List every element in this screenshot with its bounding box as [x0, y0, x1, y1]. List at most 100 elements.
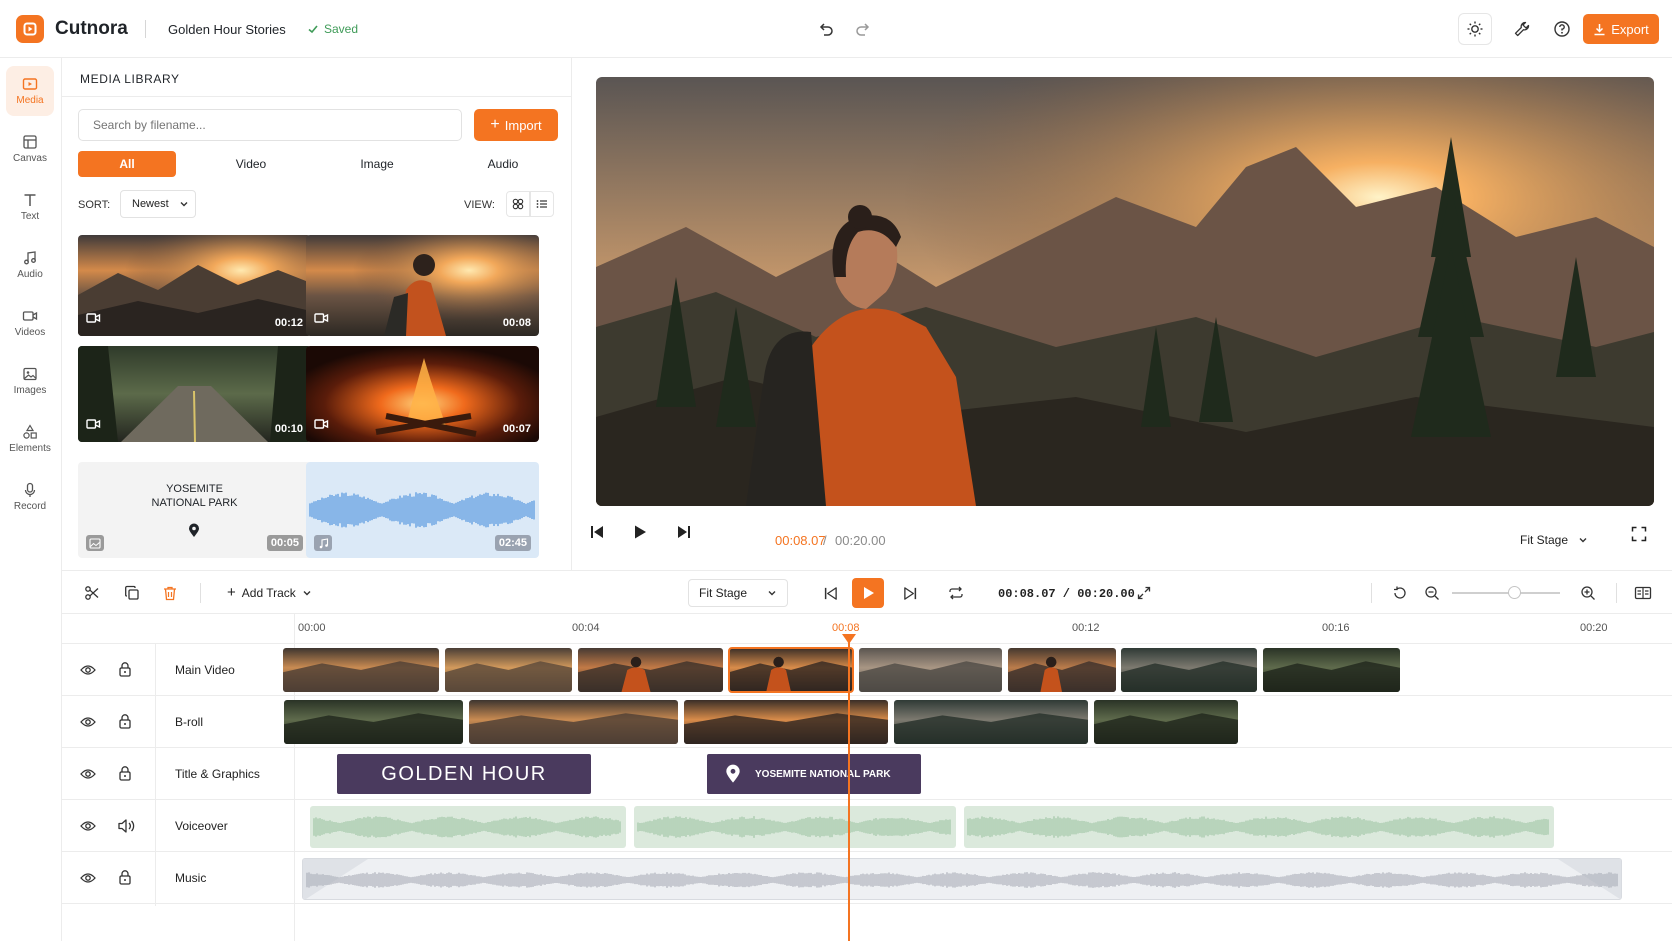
rail-label: Record [13, 501, 47, 512]
zoom-out-button[interactable] [1422, 583, 1442, 603]
music-clip[interactable] [302, 858, 1622, 900]
timeline-skip-forward-button[interactable] [900, 583, 920, 603]
grid-view-button[interactable] [506, 191, 530, 217]
theme-toggle-button[interactable] [1458, 13, 1492, 45]
chevron-down-icon [1579, 538, 1587, 543]
rail-label: Text [20, 211, 40, 222]
lock-icon[interactable] [118, 713, 132, 729]
eye-icon[interactable] [80, 871, 96, 885]
clip-thumbnail [1121, 648, 1257, 692]
rail-item-canvas[interactable]: Canvas [6, 124, 54, 174]
divider [62, 96, 572, 97]
list-view-button[interactable] [530, 191, 554, 217]
timeline-play-button[interactable] [852, 578, 884, 608]
skip-to-end-button[interactable] [672, 520, 696, 544]
rail-item-record[interactable]: Record [6, 472, 54, 522]
eye-icon[interactable] [80, 819, 96, 833]
lock-icon[interactable] [118, 869, 132, 885]
video-clip[interactable] [1008, 648, 1116, 692]
video-clip[interactable] [283, 648, 439, 692]
media-item-forest-road[interactable]: 00:10 [78, 346, 311, 442]
video-clip[interactable] [1121, 648, 1257, 692]
media-item-campfire[interactable]: 00:07 [306, 346, 539, 442]
rail-item-audio[interactable]: Audio [6, 240, 54, 290]
media-item-audio-track[interactable]: 02:45 [306, 462, 539, 558]
zoom-in-button[interactable] [1578, 583, 1598, 603]
video-clip[interactable] [859, 648, 1002, 692]
timeline-fit-select[interactable]: Fit Stage [688, 579, 788, 607]
voiceover-clip[interactable] [634, 806, 956, 848]
loop-icon [949, 586, 963, 600]
filter-tab-all[interactable]: All [78, 151, 176, 177]
broll-clip[interactable] [469, 700, 678, 744]
sort-select[interactable]: Newest [120, 190, 196, 218]
expand-button[interactable] [1134, 583, 1154, 603]
settings-button[interactable] [1511, 18, 1533, 40]
media-item-yosemite-graphic[interactable]: YOSEMITE NATIONAL PARK 00:05 [78, 462, 311, 558]
video-clip[interactable] [1263, 648, 1400, 692]
video-clip[interactable] [445, 648, 572, 692]
video-clip[interactable] [578, 648, 723, 692]
media-item-mountain-sunset[interactable]: 00:12 [78, 235, 311, 336]
grid-icon [512, 198, 524, 210]
video-clip[interactable] [728, 647, 854, 693]
add-track-button[interactable]: + Add Track [227, 585, 312, 600]
media-duration: 00:07 [502, 423, 531, 435]
preview-fit-value: Fit Stage [1520, 533, 1569, 547]
zoom-slider-track[interactable] [1452, 592, 1560, 594]
playhead[interactable] [848, 636, 850, 941]
rail-item-videos[interactable]: Videos [6, 298, 54, 348]
rail-item-media[interactable]: Media [6, 66, 54, 116]
text-icon [24, 194, 36, 206]
delete-button[interactable] [160, 583, 180, 603]
timeline-layout-button[interactable] [1632, 583, 1654, 603]
eye-icon[interactable] [80, 715, 96, 729]
undo-button[interactable] [815, 18, 837, 40]
broll-clip[interactable] [894, 700, 1088, 744]
play-button[interactable] [628, 520, 652, 544]
broll-clip[interactable] [284, 700, 463, 744]
voiceover-clip[interactable] [310, 806, 626, 848]
reset-zoom-button[interactable] [1390, 583, 1410, 603]
clip-thumbnail [469, 700, 678, 744]
eye-icon[interactable] [80, 663, 96, 677]
project-title[interactable]: Golden Hour Stories [168, 22, 286, 37]
loop-button[interactable] [946, 583, 966, 603]
filter-tab-video[interactable]: Video [202, 151, 300, 177]
preview-fit-select[interactable]: Fit Stage [1520, 533, 1588, 547]
filter-tab-image[interactable]: Image [328, 151, 426, 177]
location-clip[interactable]: YOSEMITE NATIONAL PARK [707, 754, 921, 794]
voiceover-clip[interactable] [964, 806, 1554, 848]
rail-item-images[interactable]: Images [6, 356, 54, 406]
redo-button[interactable] [852, 18, 874, 40]
timeline-skip-back-button[interactable] [820, 583, 840, 603]
broll-clip[interactable] [684, 700, 888, 744]
title-clip[interactable]: GOLDEN HOUR [337, 754, 591, 794]
filter-tab-audio[interactable]: Audio [454, 151, 552, 177]
broll-clip[interactable] [1094, 700, 1238, 744]
eye-icon[interactable] [80, 767, 96, 781]
volume-icon[interactable] [117, 818, 135, 834]
import-label: Import [504, 117, 542, 133]
lock-icon[interactable] [118, 765, 132, 781]
split-button[interactable] [82, 583, 102, 603]
search-input[interactable] [78, 109, 462, 141]
rail-item-text[interactable]: Text [6, 182, 54, 232]
timeline-fit-value: Fit Stage [699, 586, 748, 600]
rail-label: Images [13, 385, 47, 396]
lock-icon[interactable] [118, 661, 132, 677]
rail-item-elements[interactable]: Elements [6, 414, 54, 464]
import-button[interactable]: + Import [474, 109, 558, 141]
track-name: Title & Graphics [175, 767, 260, 781]
help-button[interactable] [1551, 18, 1573, 40]
skip-to-start-button[interactable] [585, 520, 609, 544]
video-preview[interactable] [596, 77, 1654, 506]
export-button[interactable]: Export [1583, 14, 1659, 44]
video-camera-icon [86, 417, 101, 435]
duplicate-button[interactable] [122, 583, 142, 603]
timeline-ruler[interactable]: 00:00 00:04 00:08 00:12 00:16 00:20 [62, 614, 1672, 644]
media-item-hiker[interactable]: 00:08 [306, 235, 539, 336]
columns-icon [1634, 586, 1652, 600]
fullscreen-button[interactable] [1628, 523, 1650, 545]
zoom-slider-handle[interactable] [1508, 586, 1521, 599]
